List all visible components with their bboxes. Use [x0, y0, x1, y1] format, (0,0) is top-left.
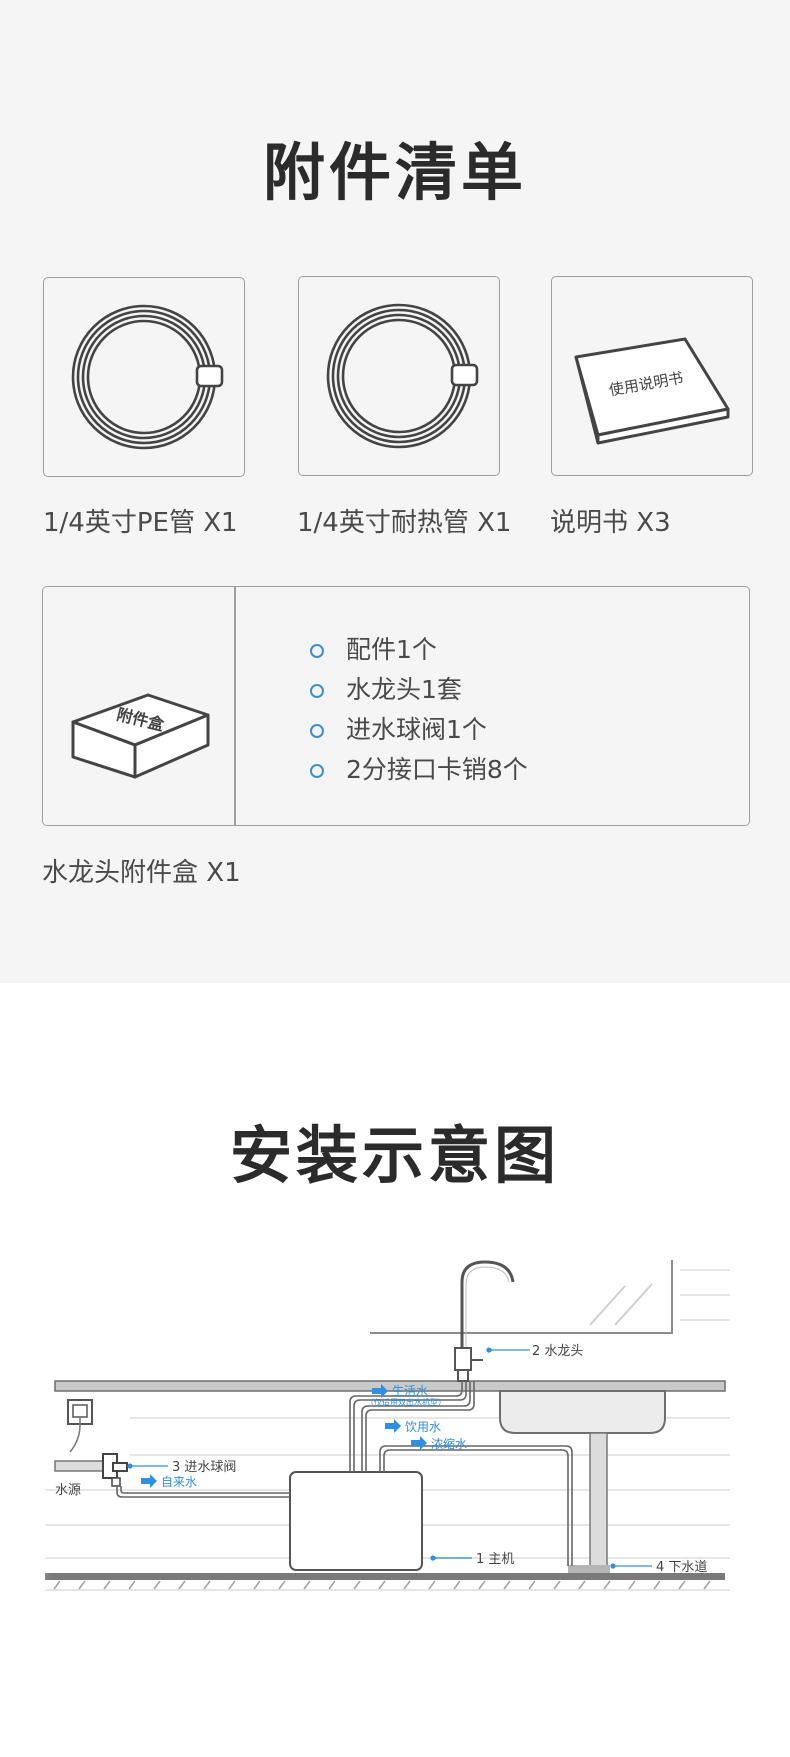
pe-tube-label: 1/4英寸PE管 X1 — [43, 508, 238, 538]
box-contents-list: 配件1个 水龙头1套 进水球阀1个 2分接口卡销8个 — [310, 630, 528, 790]
heat-tube-card — [298, 276, 500, 476]
pe-tube-card — [43, 277, 245, 477]
bullet-circle-icon — [310, 644, 324, 658]
arrow-icon — [141, 1474, 157, 1488]
tap-water-label: 自来水 — [161, 1475, 197, 1489]
right-mask — [730, 1240, 790, 1640]
left-fade — [0, 1240, 50, 1640]
installation-diagram: 2 水龙头 3 进水球阀 水源 1 主机 4 下水道 生活水 （仅适用双出水机型… — [0, 1240, 790, 1640]
sink-basin — [499, 1390, 666, 1434]
bullet-circle-icon — [310, 724, 324, 738]
accessories-section: 附件清单 1/4英寸PE管 X1 1/4英寸耐热管 X1 使用说明书 说明书 X… — [0, 0, 790, 983]
coiled-tube-icon — [71, 304, 224, 450]
concentrate-label: 浓缩水 — [431, 1436, 467, 1451]
coiled-tube-icon — [326, 303, 479, 449]
main-unit — [289, 1471, 423, 1571]
drain-label: 4 下水道 — [656, 1560, 707, 1575]
domestic-water-label: 生活水 — [392, 1384, 428, 1398]
manual-book-icon: 使用说明书 — [574, 337, 730, 445]
wall-socket — [67, 1399, 93, 1453]
accessory-box-label: 水龙头附件盒 X1 — [42, 858, 241, 888]
drinking-water-label: 饮用水 — [405, 1420, 441, 1434]
list-item: 水龙头1套 — [310, 670, 528, 710]
window — [370, 1260, 673, 1334]
domestic-note-label: （仅适用双出水机型） — [366, 1397, 446, 1407]
bullet-circle-icon — [310, 764, 324, 778]
water-source-label: 水源 — [55, 1483, 81, 1498]
card-divider — [234, 587, 236, 825]
heat-tube-label: 1/4英寸耐热管 X1 — [297, 508, 512, 538]
accessory-box-icon: 附件盒 — [71, 693, 210, 779]
ball-valve — [54, 1453, 128, 1487]
drain-pipe — [589, 1432, 608, 1571]
floor — [45, 1573, 725, 1590]
manual-label: 说明书 X3 — [550, 508, 671, 538]
list-item: 2分接口卡销8个 — [310, 750, 528, 790]
install-title: 安装示意图 — [229, 1119, 560, 1192]
list-item: 进水球阀1个 — [310, 710, 528, 750]
faucet — [454, 1260, 515, 1382]
manual-card: 使用说明书 — [551, 276, 753, 476]
faucet-label: 2 水龙头 — [532, 1344, 583, 1359]
main-unit-label: 1 主机 — [476, 1552, 514, 1567]
ball-valve-label: 3 进水球阀 — [172, 1460, 236, 1475]
arrow-icon — [411, 1436, 427, 1450]
list-item: 配件1个 — [310, 630, 528, 670]
accessories-title: 附件清单 — [262, 136, 527, 209]
arrow-icon — [385, 1419, 401, 1433]
countertop — [54, 1380, 726, 1392]
bullet-circle-icon — [310, 684, 324, 698]
drain-base — [568, 1565, 610, 1573]
